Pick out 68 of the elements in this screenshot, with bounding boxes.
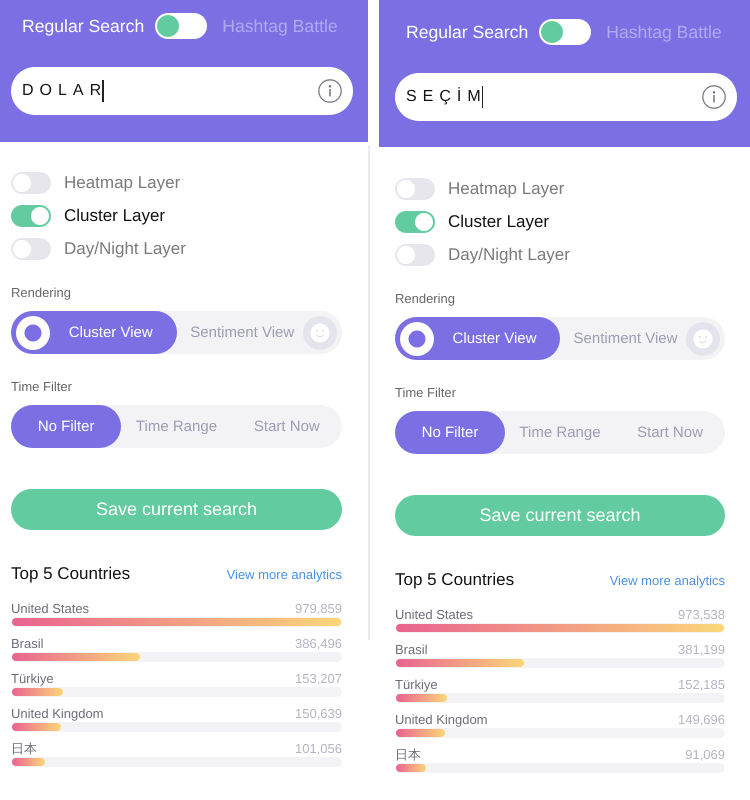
view-option[interactable]: Sentiment View bbox=[560, 317, 725, 360]
ring-icon bbox=[400, 322, 434, 356]
country-count: 91,069 bbox=[685, 747, 725, 763]
filter-option[interactable]: No Filter bbox=[11, 405, 122, 448]
smiley-icon bbox=[303, 316, 337, 350]
toggle-switch[interactable] bbox=[395, 244, 435, 266]
ring-icon bbox=[16, 316, 50, 350]
country-name: United States bbox=[395, 607, 474, 623]
text-cursor bbox=[482, 86, 484, 108]
layer-label: Day/Night Layer bbox=[448, 245, 570, 265]
toggle-switch[interactable] bbox=[395, 211, 435, 233]
country-count: 381,199 bbox=[678, 642, 725, 658]
section-label: Time Filter bbox=[395, 385, 457, 401]
search-field[interactable]: DOLAR bbox=[11, 67, 353, 115]
filter-option[interactable]: No Filter bbox=[395, 411, 505, 454]
country-name: Brasil bbox=[395, 642, 428, 658]
country-count: 150,639 bbox=[295, 706, 342, 722]
info-icon[interactable] bbox=[318, 79, 342, 103]
analytics-link[interactable]: View more analytics bbox=[610, 573, 725, 588]
country-count: 149,696 bbox=[678, 712, 725, 728]
layer-label: Heatmap Layer bbox=[448, 179, 564, 199]
country-name: United Kingdom bbox=[11, 706, 104, 722]
country-count: 153,207 bbox=[295, 671, 342, 687]
country-name: Türkiye bbox=[395, 677, 438, 693]
toggle-switch[interactable] bbox=[11, 238, 51, 260]
country-name: 日本 bbox=[11, 741, 37, 757]
view-option[interactable]: Sentiment View bbox=[176, 311, 342, 354]
section-title: Top 5 Countries bbox=[395, 569, 514, 591]
country-count: 101,056 bbox=[295, 741, 342, 757]
toggle-switch[interactable] bbox=[11, 205, 51, 227]
filter-option[interactable]: Start Now bbox=[232, 405, 342, 448]
country-name: 日本 bbox=[395, 747, 421, 763]
filter-option[interactable]: Time Range bbox=[505, 411, 615, 454]
country-count: 973,538 bbox=[678, 607, 725, 623]
country-name: United States bbox=[11, 601, 90, 617]
country-count: 386,496 bbox=[295, 636, 342, 652]
filter-option[interactable]: Start Now bbox=[615, 411, 725, 454]
layer-label: Day/Night Layer bbox=[64, 239, 186, 259]
country-name: Brasil bbox=[11, 636, 44, 652]
search-field[interactable]: SEÇİM bbox=[395, 73, 737, 121]
view-option[interactable]: Cluster View bbox=[11, 311, 176, 354]
filter-option[interactable]: Time Range bbox=[121, 405, 232, 448]
country-count: 152,185 bbox=[678, 677, 725, 693]
layer-label: Heatmap Layer bbox=[64, 173, 180, 193]
mode-label[interactable]: Regular Search bbox=[22, 16, 144, 36]
toggle-switch[interactable] bbox=[395, 178, 435, 200]
mode-label[interactable]: Hashtag Battle bbox=[222, 16, 338, 36]
mode-label[interactable]: Regular Search bbox=[406, 22, 528, 42]
mode-toggle[interactable] bbox=[539, 19, 592, 45]
country-name: Türkiye bbox=[11, 671, 54, 687]
country-name: United Kingdom bbox=[395, 712, 488, 728]
smiley-icon bbox=[686, 322, 720, 356]
section-label: Time Filter bbox=[11, 379, 73, 395]
mode-label[interactable]: Hashtag Battle bbox=[606, 22, 722, 42]
country-count: 979,859 bbox=[295, 601, 342, 617]
view-option[interactable]: Cluster View bbox=[395, 317, 560, 360]
layer-label: Cluster Layer bbox=[64, 206, 166, 226]
section-label: Rendering bbox=[11, 285, 72, 301]
section-label: Rendering bbox=[395, 291, 456, 307]
save-button[interactable]: Save current search bbox=[11, 489, 342, 530]
save-button[interactable]: Save current search bbox=[395, 495, 725, 536]
toggle-switch[interactable] bbox=[11, 172, 51, 194]
mode-toggle[interactable] bbox=[155, 13, 208, 39]
section-title: Top 5 Countries bbox=[11, 563, 130, 585]
text-cursor bbox=[102, 80, 104, 102]
info-icon[interactable] bbox=[702, 85, 726, 109]
layer-label: Cluster Layer bbox=[448, 212, 550, 232]
analytics-link[interactable]: View more analytics bbox=[226, 567, 342, 582]
